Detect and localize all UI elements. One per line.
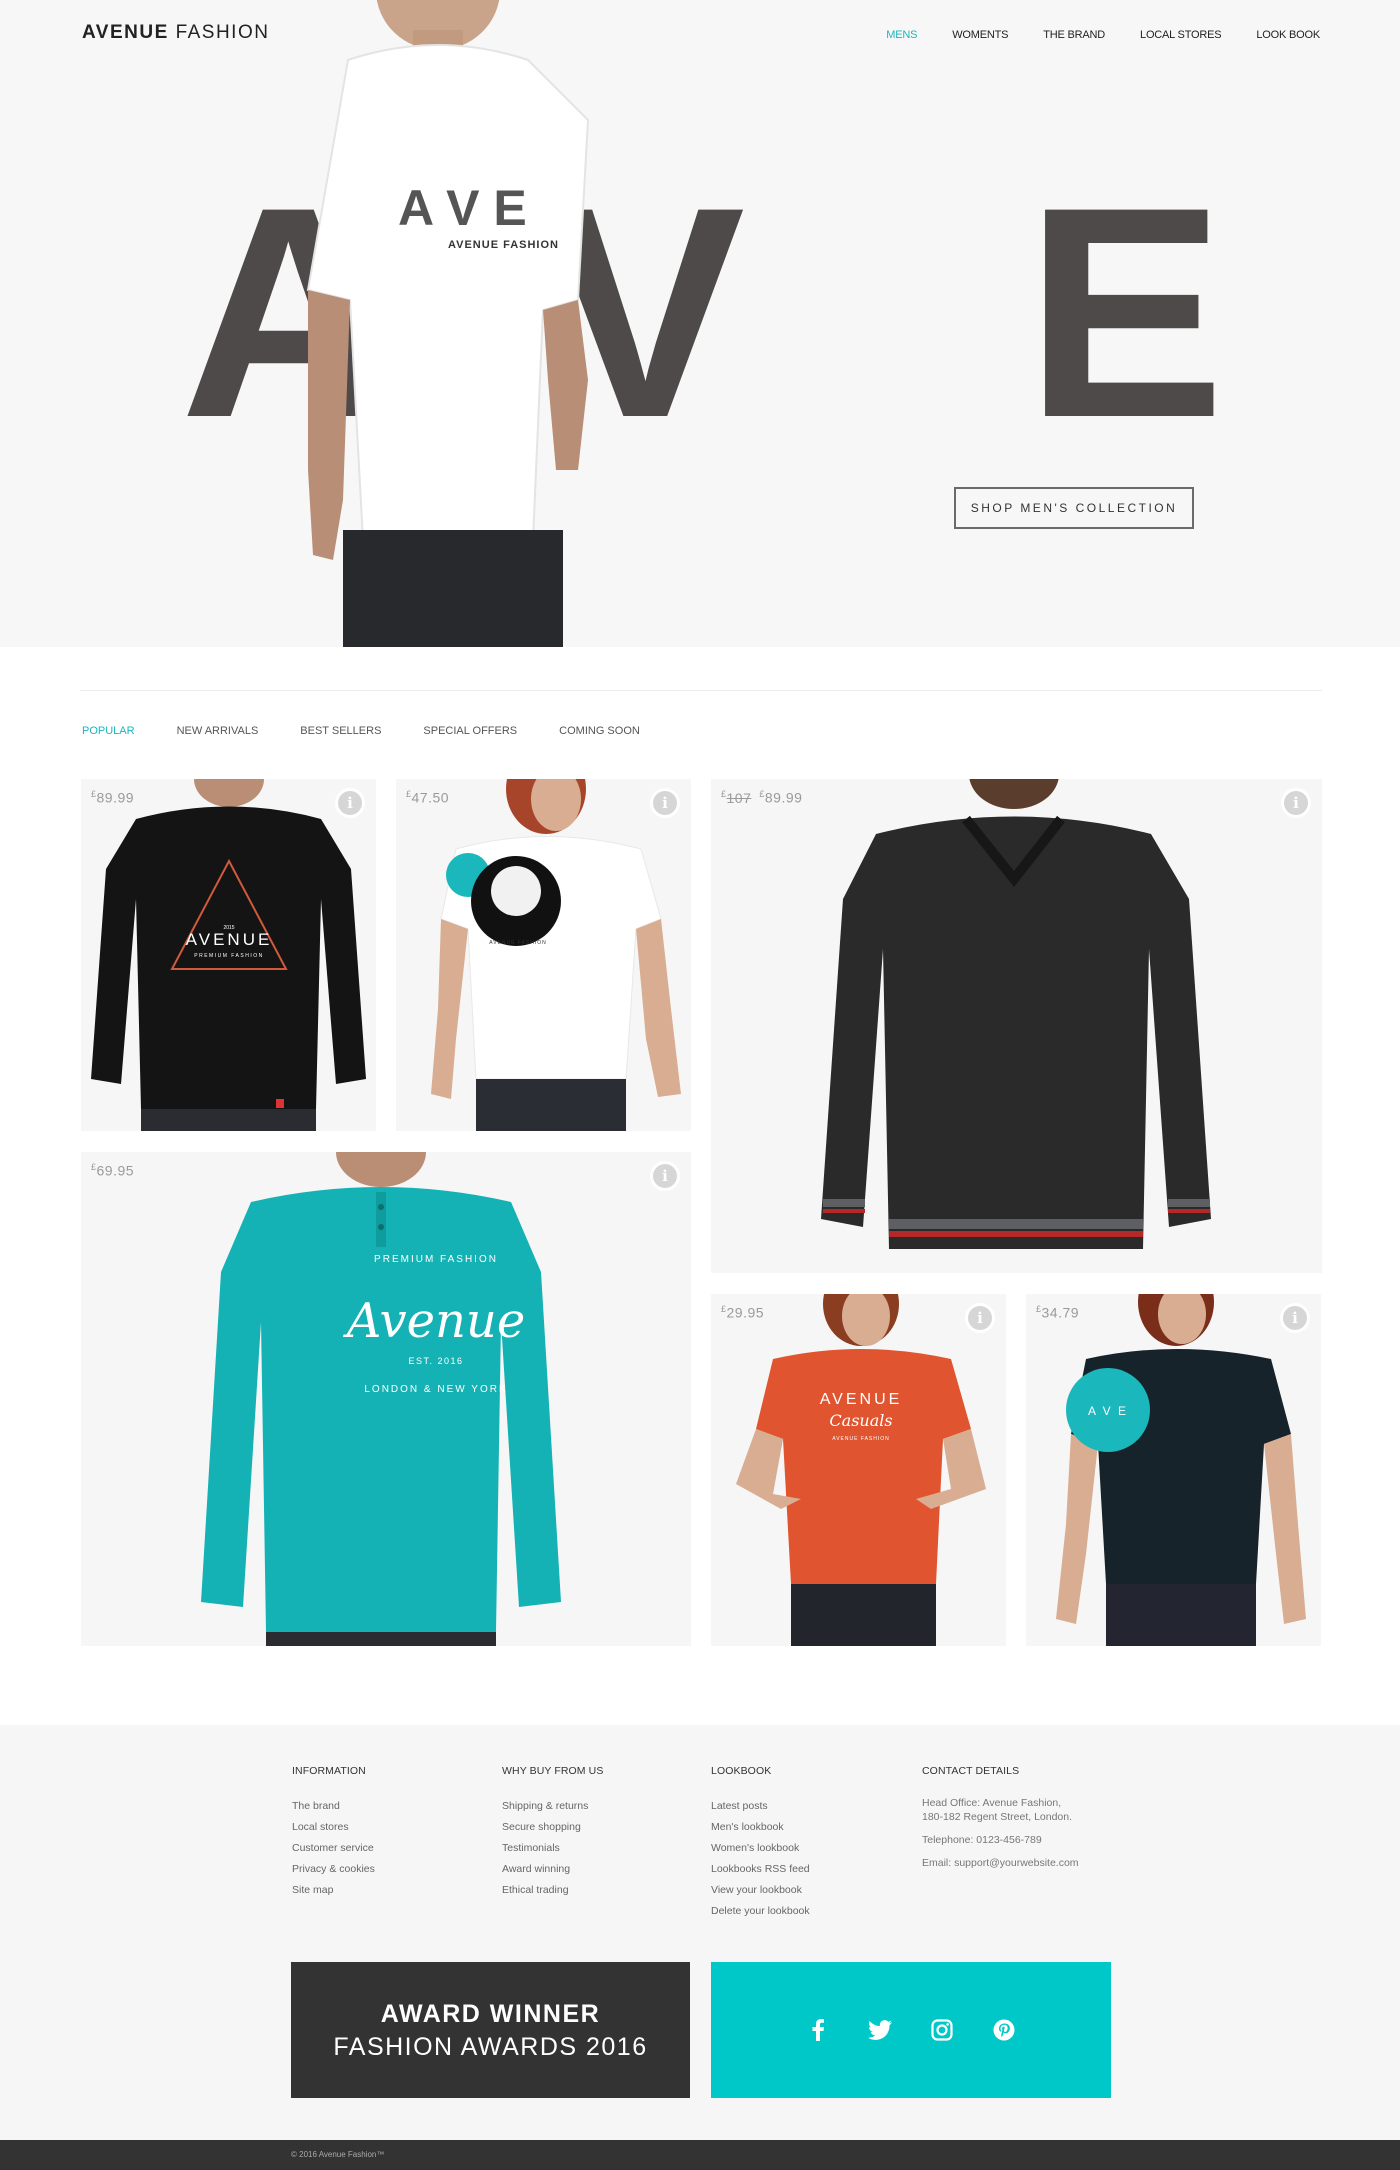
product-card[interactable]: £107 £89.99 i <box>711 779 1322 1273</box>
footer-link[interactable]: Ethical trading <box>502 1880 603 1901</box>
print-tag: AVENUE FASHION <box>489 940 547 946</box>
contact-email[interactable]: Email: support@yourwebsite.com <box>922 1856 1079 1870</box>
product-price: £29.95 <box>721 1304 765 1321</box>
footer-link[interactable]: Customer service <box>292 1838 375 1859</box>
nav-item-the-brand[interactable]: THE BRAND <box>1043 29 1105 41</box>
footer-heading: CONTACT DETAILS <box>922 1765 1020 1777</box>
footer-link[interactable]: Women's lookbook <box>711 1838 810 1859</box>
site-logo[interactable]: AVENUE FASHION <box>82 22 269 44</box>
tab-popular[interactable]: POPULAR <box>82 725 135 737</box>
product-card[interactable]: PREMIUM FASHION Avenue EST. 2016 LONDON … <box>81 1152 691 1646</box>
print-tag: PREMIUM FASHION <box>194 953 263 959</box>
footer-link[interactable]: Secure shopping <box>502 1817 603 1838</box>
product-tabs: POPULAR NEW ARRIVALS BEST SELLERS SPECIA… <box>82 725 682 737</box>
footer-link[interactable]: Latest posts <box>711 1796 810 1817</box>
product-price: £69.95 <box>91 1162 135 1179</box>
nav-item-local-stores[interactable]: LOCAL STORES <box>1140 29 1222 41</box>
shirt-print-letters: A V E <box>398 180 527 236</box>
footer-column-contact: CONTACT DETAILS Head Office: Avenue Fash… <box>922 1765 1079 1879</box>
info-icon[interactable]: i <box>1281 788 1311 818</box>
copyright-text: © 2016 Avenue Fashion™ <box>291 2150 385 2159</box>
footer-heading: WHY BUY FROM US <box>502 1765 604 1777</box>
product-image-black-sweater <box>821 779 1211 1249</box>
nav-item-woments[interactable]: WOMENTS <box>952 29 1008 41</box>
tab-coming-soon[interactable]: COMING SOON <box>559 725 640 737</box>
product-price: £47.50 <box>406 789 450 806</box>
product-price: £34.79 <box>1036 1304 1080 1321</box>
copyright-bar: © 2016 Avenue Fashion™ <box>0 2140 1400 2170</box>
info-icon[interactable]: i <box>335 788 365 818</box>
footer-link[interactable]: View your lookbook <box>711 1880 810 1901</box>
award-banner: AWARD WINNER FASHION AWARDS 2016 <box>291 1962 690 2098</box>
section-divider <box>80 690 1322 691</box>
footer-link[interactable]: Delete your lookbook <box>711 1901 810 1922</box>
tab-special-offers[interactable]: SPECIAL OFFERS <box>423 725 517 737</box>
product-image-navy-tee: A V E <box>1056 1294 1306 1646</box>
product-image-white-tee: AVENUE FASHION <box>431 779 681 1131</box>
print-top: PREMIUM FASHION <box>374 1254 498 1265</box>
print-word: AVENUE <box>186 930 273 949</box>
footer-column-information: INFORMATION The brand Local stores Custo… <box>292 1765 375 1901</box>
product-image-teal-henley: PREMIUM FASHION Avenue EST. 2016 LONDON … <box>201 1152 561 1646</box>
twitter-icon[interactable] <box>868 2018 892 2042</box>
product-card[interactable]: A V E £34.79 i <box>1026 1294 1321 1646</box>
facebook-icon[interactable] <box>806 2018 830 2042</box>
product-price: £89.99 <box>91 789 135 806</box>
logo-light: FASHION <box>175 22 270 43</box>
nav-item-look-book[interactable]: LOOK BOOK <box>1256 29 1320 41</box>
instagram-icon[interactable] <box>930 2018 954 2042</box>
product-card[interactable]: 2015 AVENUE PREMIUM FASHION £89.99 i <box>81 779 376 1131</box>
product-card[interactable]: AVENUE FASHION £47.50 i <box>396 779 691 1131</box>
footer-link[interactable]: The brand <box>292 1796 375 1817</box>
hero-letter-e: E <box>1025 144 1226 480</box>
product-image-orange-tee: AVENUE Casuals AVENUE FASHION <box>736 1294 986 1646</box>
site-footer: INFORMATION The brand Local stores Custo… <box>0 1725 1400 2140</box>
old-price: 107 <box>726 789 752 806</box>
nav-item-mens[interactable]: MENS <box>886 29 917 41</box>
footer-link[interactable]: Lookbooks RSS feed <box>711 1859 810 1880</box>
contact-address: Head Office: Avenue Fashion, 180-182 Rege… <box>922 1797 1073 1823</box>
product-card[interactable]: AVENUE Casuals AVENUE FASHION £29.95 i <box>711 1294 1006 1646</box>
main-nav: MENS WOMENTS THE BRAND LOCAL STORES LOOK… <box>851 29 1320 41</box>
print-word: AVENUE <box>820 1391 903 1408</box>
award-subtitle: FASHION AWARDS 2016 <box>333 2033 648 2061</box>
footer-heading: INFORMATION <box>292 1765 366 1777</box>
hero-section: AVENUE FASHION MENS WOMENTS THE BRAND LO… <box>0 0 1400 647</box>
print-est: EST. 2016 <box>408 1356 463 1366</box>
footer-column-why-buy: WHY BUY FROM US Shipping & returns Secur… <box>502 1765 603 1901</box>
footer-link[interactable]: Local stores <box>292 1817 375 1838</box>
print-script: Avenue <box>343 1293 525 1349</box>
print-word: A V E <box>1088 1404 1128 1418</box>
print-bottom: LONDON & NEW YORK <box>364 1384 507 1395</box>
product-price: £107 £89.99 <box>721 789 803 806</box>
product-image-black-tee: 2015 AVENUE PREMIUM FASHION <box>91 779 366 1131</box>
info-icon[interactable]: i <box>650 1161 680 1191</box>
footer-link[interactable]: Testimonials <box>502 1838 603 1859</box>
print-tag: AVENUE FASHION <box>832 1436 890 1442</box>
info-icon[interactable]: i <box>965 1303 995 1333</box>
footer-link[interactable]: Men's lookbook <box>711 1817 810 1838</box>
info-icon[interactable]: i <box>1280 1303 1310 1333</box>
hero-model-image: A V E AVENUE FASHION <box>306 0 590 647</box>
footer-link[interactable]: Site map <box>292 1880 375 1901</box>
footer-link[interactable]: Award winning <box>502 1859 603 1880</box>
tab-new-arrivals[interactable]: NEW ARRIVALS <box>177 725 259 737</box>
shirt-print-caption: AVENUE FASHION <box>448 239 559 251</box>
footer-heading: LOOKBOOK <box>711 1765 772 1777</box>
footer-link[interactable]: Shipping & returns <box>502 1796 603 1817</box>
logo-bold: AVENUE <box>82 22 169 43</box>
footer-column-lookbook: LOOKBOOK Latest posts Men's lookbook Wom… <box>711 1765 810 1922</box>
contact-telephone[interactable]: Telephone: 0123-456-789 <box>922 1833 1079 1847</box>
footer-link[interactable]: Privacy & cookies <box>292 1859 375 1880</box>
award-title: AWARD WINNER <box>380 2000 601 2028</box>
pinterest-icon[interactable] <box>992 2018 1016 2042</box>
tab-best-sellers[interactable]: BEST SELLERS <box>300 725 381 737</box>
shop-mens-collection-button[interactable]: SHOP MEN'S COLLECTION <box>954 487 1194 529</box>
info-icon[interactable]: i <box>650 788 680 818</box>
print-script: Casuals <box>829 1411 892 1430</box>
social-links <box>711 1962 1111 2098</box>
